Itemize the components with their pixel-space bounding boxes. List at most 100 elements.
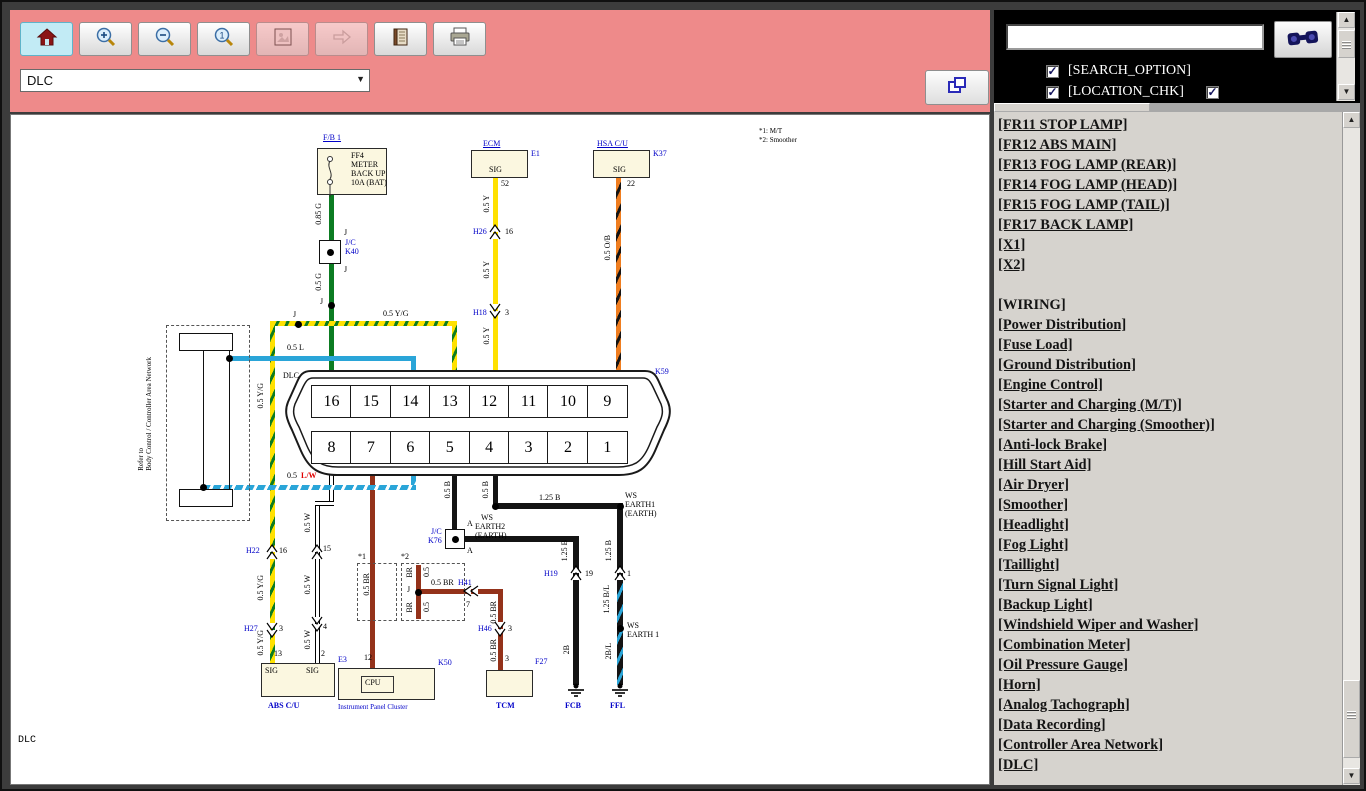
diagram-label: J/C [345, 238, 356, 247]
component-tcm[interactable] [486, 670, 533, 697]
search-panel-scroll-thumb[interactable] [1338, 30, 1355, 58]
system-dropdown[interactable]: DLC ▼ [20, 69, 370, 92]
zoom-100-button[interactable]: 1 [197, 22, 250, 56]
list-link[interactable]: [Horn] [998, 675, 1342, 695]
zoom-out-button[interactable] [138, 22, 191, 56]
list-link-label: [Smoother] [998, 497, 1068, 513]
diagram-label: BACK UP [351, 169, 385, 178]
list-link[interactable]: [FR13 FOG LAMP (REAR)] [998, 155, 1342, 175]
list-link[interactable]: [Starter and Charging (M/T)] [998, 395, 1342, 415]
diagram-label: 0.5 Y [482, 261, 491, 278]
diagram-label: 1.25 B [604, 540, 613, 561]
wiring-diagram-canvas[interactable]: 161514131211109 87654321 F/ [10, 114, 990, 785]
dlc-pin-15: 15 [350, 385, 391, 418]
search-panel-hscroll-thumb[interactable] [994, 103, 1150, 112]
diagram-label: 1.25 B/L [602, 585, 611, 613]
dlc-pin-11: 11 [508, 385, 549, 418]
search-button[interactable] [1274, 21, 1332, 58]
diagram-label: 0.5 Y [482, 327, 491, 344]
image-view-button [256, 22, 309, 56]
dlc-pin-1: 1 [587, 431, 628, 464]
diagram-label: H18 [473, 308, 487, 317]
list-link-label: [DLC] [998, 757, 1038, 773]
list-link-label: [FR14 FOG LAMP (HEAD)] [998, 177, 1177, 193]
list-link[interactable]: [Smoother] [998, 495, 1342, 515]
search-panel-scrollbar[interactable]: ▲ ▼ [1336, 12, 1355, 101]
diagram-label: 0.5 [287, 471, 297, 480]
list-scrollbar[interactable]: ▲ ▼ [1342, 112, 1360, 785]
list-spacer [998, 275, 1342, 295]
list-link[interactable]: [Backup Light] [998, 595, 1342, 615]
dlc-pin-2: 2 [547, 431, 588, 464]
list-link-label: [X1] [998, 237, 1025, 253]
list-link-label: [Engine Control] [998, 377, 1103, 393]
diagram-label: FCB [565, 701, 581, 710]
location-chk-checkbox[interactable]: ✓ [1046, 86, 1059, 99]
list-link[interactable]: [FR17 BACK LAMP] [998, 215, 1342, 235]
search-input[interactable] [1006, 24, 1264, 50]
list-link-label: [Backup Light] [998, 597, 1093, 613]
diagram-label: 0.5 O/B [603, 235, 612, 260]
diagram-label: J [320, 297, 323, 306]
list-link[interactable]: [Data Recording] [998, 715, 1342, 735]
scroll-up-icon[interactable]: ▲ [1338, 12, 1355, 28]
connector-chevron-icon [265, 542, 279, 562]
zoom-in-button[interactable] [79, 22, 132, 56]
location-chk-checkbox-2[interactable]: ✓ [1206, 86, 1219, 99]
book-icon [390, 26, 412, 53]
diagram-label: 0.5 G [314, 273, 323, 291]
list-link[interactable]: [Headlight] [998, 515, 1342, 535]
ground-icon-fcb [567, 683, 585, 699]
list-link[interactable]: [DLC] [998, 755, 1342, 775]
diagram-label: 19 [585, 569, 593, 578]
list-link[interactable]: [X2] [998, 255, 1342, 275]
list-link[interactable]: [FR12 ABS MAIN] [998, 135, 1342, 155]
list-link[interactable]: [Turn Signal Light] [998, 575, 1342, 595]
list-link[interactable]: [Air Dryer] [998, 475, 1342, 495]
search-panel-hscrollbar[interactable] [994, 103, 1360, 112]
diagram-label: K40 [345, 247, 359, 256]
list-link[interactable]: [Fuse Load] [998, 335, 1342, 355]
list-link[interactable]: [Windshield Wiper and Washer] [998, 615, 1342, 635]
list-link-label: [Fog Light] [998, 537, 1068, 553]
print-button[interactable] [433, 22, 486, 56]
manual-button[interactable] [374, 22, 427, 56]
wire-black-fcb [573, 536, 579, 685]
list-link[interactable]: [X1] [998, 235, 1342, 255]
junction-dot [328, 302, 335, 309]
list-scroll-down-icon[interactable]: ▼ [1343, 768, 1360, 784]
list-scroll-up-icon[interactable]: ▲ [1343, 112, 1360, 128]
list-link[interactable]: [Combination Meter] [998, 635, 1342, 655]
scroll-down-icon[interactable]: ▼ [1338, 84, 1355, 100]
list-link-label: [X2] [998, 257, 1025, 273]
list-link-label: [Turn Signal Light] [998, 577, 1118, 593]
dlc-pin-16: 16 [311, 385, 352, 418]
list-link[interactable]: [Analog Tachograph] [998, 695, 1342, 715]
component-instrument-panel-cluster[interactable] [338, 668, 435, 700]
connector-chevron-icon [493, 619, 507, 639]
wire-yellow-0.5Y-ecm [493, 178, 498, 373]
diagram-label: Instrument Panel Cluster [338, 703, 408, 711]
diagram-label: CPU [365, 678, 381, 687]
list-link[interactable]: [Anti-lock Brake] [998, 435, 1342, 455]
list-link[interactable]: [Starter and Charging (Smoother)] [998, 415, 1342, 435]
list-scroll-thumb[interactable] [1343, 680, 1360, 758]
list-link[interactable]: [Fog Light] [998, 535, 1342, 555]
list-link[interactable]: [Controller Area Network] [998, 735, 1342, 755]
list-link[interactable]: [FR14 FOG LAMP (HEAD)] [998, 175, 1342, 195]
dlc-connector-outline [271, 365, 691, 485]
list-link[interactable]: [Taillight] [998, 555, 1342, 575]
diagram-label: (EARTH) [625, 509, 657, 518]
list-link[interactable]: [FR11 STOP LAMP] [998, 115, 1342, 135]
list-link[interactable]: [Power Distribution] [998, 315, 1342, 335]
list-link[interactable]: [Oil Pressure Gauge] [998, 655, 1342, 675]
diagram-label: K76 [428, 536, 442, 545]
home-button[interactable] [20, 22, 73, 56]
list-link[interactable]: [Ground Distribution] [998, 355, 1342, 375]
system-dropdown-value: DLC [27, 73, 53, 88]
list-link[interactable]: [Hill Start Aid] [998, 455, 1342, 475]
list-link[interactable]: [FR15 FOG LAMP (TAIL)] [998, 195, 1342, 215]
duplicate-window-button[interactable] [925, 70, 989, 105]
list-link[interactable]: [Engine Control] [998, 375, 1342, 395]
search-option-checkbox[interactable]: ✓ [1046, 65, 1059, 78]
